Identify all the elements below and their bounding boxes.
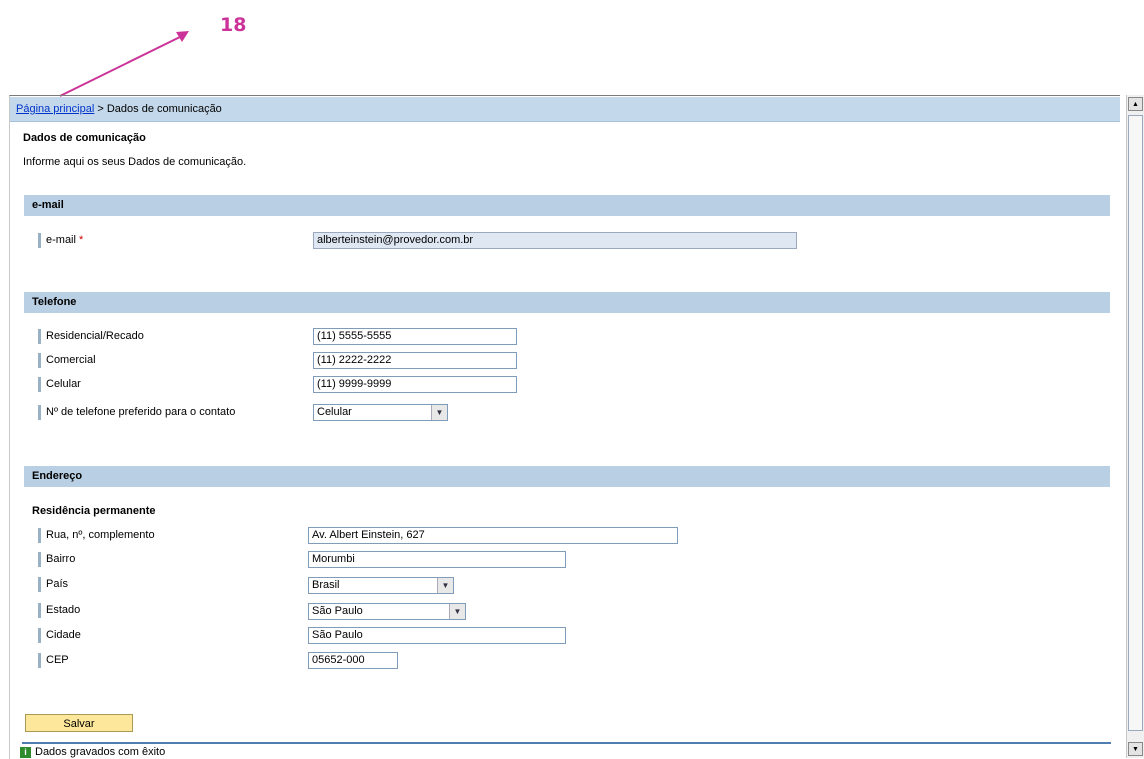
section-header-email: e-mail — [24, 195, 1110, 216]
preferred-phone-label: Nº de telefone preferido para o contato — [38, 405, 235, 420]
city-label: Cidade — [38, 628, 81, 643]
scroll-up-icon[interactable]: ▲ — [1128, 97, 1143, 111]
vertical-scrollbar[interactable]: ▲ ▼ — [1126, 95, 1144, 758]
zip-field[interactable]: 05652-000 — [308, 652, 398, 669]
state-label: Estado — [38, 603, 80, 618]
page-description: Informe aqui os seus Dados de comunicaçã… — [23, 156, 247, 168]
street-field[interactable]: Av. Albert Einstein, 627 — [308, 527, 678, 544]
content-frame: Página principal > Dados de comunicação … — [9, 95, 1120, 759]
commercial-phone-label: Comercial — [38, 353, 96, 368]
country-label: País — [38, 577, 68, 592]
country-value: Brasil — [312, 579, 340, 591]
breadcrumb-home-link[interactable]: Página principal — [16, 103, 94, 115]
email-field[interactable]: alberteinstein@provedor.com.br — [313, 232, 797, 249]
required-mark: * — [78, 234, 84, 246]
district-field[interactable]: Morumbi — [308, 551, 566, 568]
preferred-phone-select[interactable]: Celular ▼ — [313, 404, 448, 421]
chevron-down-icon[interactable]: ▼ — [437, 578, 453, 593]
state-select[interactable]: São Paulo ▼ — [308, 603, 466, 620]
residential-phone-field[interactable]: (11) 5555-5555 — [313, 328, 517, 345]
page-title: Dados de comunicação — [23, 132, 146, 144]
status-bar: i Dados gravados com êxito — [20, 745, 165, 759]
scroll-down-icon[interactable]: ▼ — [1128, 742, 1143, 756]
scrollbar-thumb[interactable] — [1128, 115, 1143, 731]
save-button[interactable]: Salvar — [25, 714, 133, 732]
chevron-down-icon[interactable]: ▼ — [449, 604, 465, 619]
status-message: Dados gravados com êxito — [35, 746, 166, 758]
mobile-phone-field[interactable]: (11) 9999-9999 — [313, 376, 517, 393]
email-label: e-mail * — [38, 233, 83, 248]
street-label: Rua, nº, complemento — [38, 528, 155, 543]
breadcrumb-current: Dados de comunicação — [106, 103, 222, 115]
district-label: Bairro — [38, 552, 75, 567]
annotation-arrow-icon — [59, 31, 189, 97]
info-icon: i — [20, 746, 31, 758]
chevron-down-icon[interactable]: ▼ — [431, 405, 447, 420]
section-header-phone: Telefone — [24, 292, 1110, 313]
state-value: São Paulo — [312, 605, 363, 617]
residential-phone-label: Residencial/Recado — [38, 329, 144, 344]
section-header-address: Endereço — [24, 466, 1110, 487]
city-field[interactable]: São Paulo — [308, 627, 566, 644]
mobile-phone-label: Celular — [38, 377, 81, 392]
status-divider — [22, 742, 1111, 744]
email-label-text: e-mail — [46, 234, 76, 246]
preferred-phone-value: Celular — [317, 406, 352, 418]
zip-label: CEP — [38, 653, 69, 668]
country-select[interactable]: Brasil ▼ — [308, 577, 454, 594]
breadcrumb-separator: > — [97, 103, 104, 115]
commercial-phone-field[interactable]: (11) 2222-2222 — [313, 352, 517, 369]
breadcrumb: Página principal > Dados de comunicação — [10, 97, 1120, 122]
address-subsection-title: Residência permanente — [32, 505, 156, 517]
